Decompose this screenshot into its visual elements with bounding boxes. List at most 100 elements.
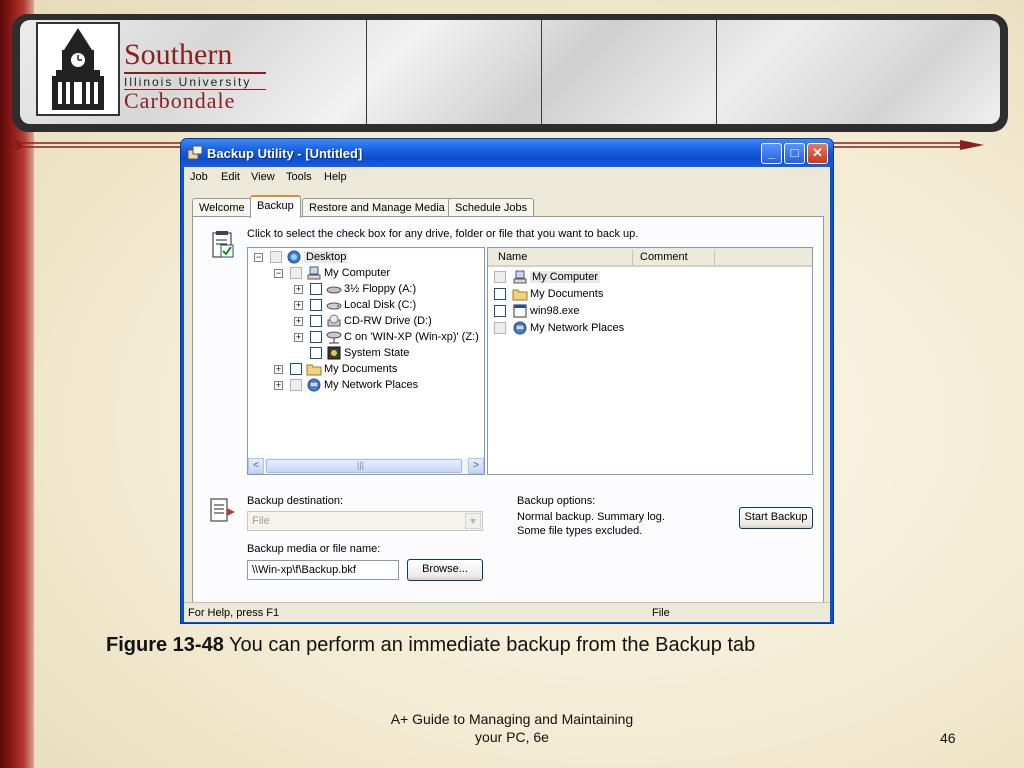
status-help-text: For Help, press F1 bbox=[188, 607, 280, 619]
desktop-icon bbox=[287, 250, 301, 264]
backup-tab-panel: Click to select the check box for any dr… bbox=[192, 216, 824, 613]
status-file-text: File bbox=[652, 607, 670, 619]
list-item-label: My Network Places bbox=[530, 322, 625, 334]
scroll-grip-icon: ||| bbox=[357, 460, 365, 470]
logo-illinois-university: Illinois University bbox=[124, 72, 266, 89]
menu-tools[interactable]: Tools bbox=[286, 171, 312, 183]
menu-edit[interactable]: Edit bbox=[221, 171, 240, 183]
chevron-down-icon: ▼ bbox=[465, 513, 481, 529]
backup-destination-label: Backup destination: bbox=[247, 495, 344, 507]
computer-icon bbox=[513, 270, 527, 284]
checkbox[interactable] bbox=[494, 305, 506, 317]
footer-line2: your PC, 6e bbox=[475, 729, 549, 745]
exe-icon bbox=[513, 304, 527, 318]
tree-item-label: System State bbox=[344, 347, 410, 359]
minimize-button[interactable]: _ bbox=[761, 143, 782, 164]
menu-view[interactable]: View bbox=[251, 171, 275, 183]
window-client-area: Job Edit View Tools Help Welcome Backup … bbox=[184, 167, 830, 622]
menu-help[interactable]: Help bbox=[324, 171, 347, 183]
title-bar[interactable]: Backup Utility - [Untitled] _ □ ✕ bbox=[181, 139, 833, 167]
scroll-right-arrow-icon[interactable]: > bbox=[468, 458, 484, 474]
figure-caption: Figure 13-48 You can perform an immediat… bbox=[106, 634, 755, 657]
file-list-view[interactable]: Name Comment My Computer My Documents wi… bbox=[487, 247, 813, 475]
expand-icon[interactable]: + bbox=[294, 285, 303, 294]
backup-media-input[interactable]: \\Win-xp\f\Backup.bkf bbox=[247, 560, 399, 580]
backup-options-line1: Normal backup. Summary log. bbox=[517, 511, 665, 523]
checkbox[interactable] bbox=[494, 322, 506, 334]
window-title: Backup Utility - [Untitled] bbox=[207, 146, 363, 161]
banner-divider bbox=[716, 20, 717, 124]
checkbox[interactable] bbox=[310, 347, 322, 359]
checkbox[interactable] bbox=[494, 271, 506, 283]
collapse-icon[interactable]: − bbox=[254, 253, 263, 262]
list-header: Name Comment bbox=[488, 248, 812, 267]
expand-icon[interactable]: + bbox=[294, 333, 303, 342]
disk-icon bbox=[326, 302, 342, 310]
tree-item-label: CD-RW Drive (D:) bbox=[344, 315, 432, 327]
backup-app-icon bbox=[187, 145, 203, 160]
footer-book-title: A+ Guide to Managing and Maintaining you… bbox=[332, 710, 692, 746]
instruction-text: Click to select the check box for any dr… bbox=[247, 228, 639, 240]
tab-restore-and-manage-media[interactable]: Restore and Manage Media bbox=[302, 198, 452, 217]
tab-backup[interactable]: Backup bbox=[250, 195, 301, 218]
checkbox[interactable] bbox=[494, 288, 506, 300]
network-drive-icon bbox=[326, 331, 342, 344]
tree-item-label: 3½ Floppy (A:) bbox=[344, 283, 417, 295]
scrollbar-thumb[interactable]: ||| bbox=[266, 459, 462, 473]
folder-icon bbox=[512, 289, 528, 301]
status-bar: For Help, press F1 File bbox=[184, 602, 830, 622]
backup-media-label: Backup media or file name: bbox=[247, 543, 381, 555]
checkbox[interactable] bbox=[310, 331, 322, 343]
browse-button[interactable]: Browse... bbox=[407, 559, 483, 581]
checkbox[interactable] bbox=[290, 379, 302, 391]
network-icon bbox=[513, 321, 527, 335]
figure-number: Figure 13-48 bbox=[106, 634, 224, 656]
expand-icon[interactable]: + bbox=[294, 317, 303, 326]
folder-icon bbox=[306, 364, 322, 376]
checklist-icon bbox=[212, 231, 234, 258]
tab-welcome[interactable]: Welcome bbox=[192, 198, 252, 217]
backup-destination-value: File bbox=[252, 515, 270, 527]
tab-schedule-jobs[interactable]: Schedule Jobs bbox=[448, 198, 535, 217]
network-icon bbox=[307, 378, 321, 392]
logo-southern: Southern bbox=[124, 38, 233, 71]
footer-line1: A+ Guide to Managing and Maintaining bbox=[390, 711, 634, 727]
checkbox[interactable] bbox=[310, 315, 322, 327]
backup-destination-select: File ▼ bbox=[247, 511, 483, 531]
university-logo-text: Southern Illinois University Carbondale bbox=[124, 40, 266, 112]
clock-tower-logo bbox=[36, 22, 120, 116]
column-header-comment[interactable]: Comment bbox=[640, 251, 688, 263]
drive-tree-view[interactable]: − Desktop − My Computer + 3½ Floppy (A:) bbox=[247, 247, 485, 475]
collapse-icon[interactable]: − bbox=[274, 269, 283, 278]
checkbox[interactable] bbox=[290, 363, 302, 375]
cd-icon bbox=[327, 314, 341, 327]
tree-horizontal-scrollbar[interactable]: < ||| > bbox=[248, 458, 484, 474]
scroll-left-arrow-icon[interactable]: < bbox=[248, 458, 264, 474]
system-state-icon bbox=[327, 346, 341, 360]
column-separator bbox=[632, 250, 633, 265]
start-backup-button[interactable]: Start Backup bbox=[739, 507, 813, 529]
floppy-icon bbox=[326, 286, 342, 294]
maximize-button[interactable]: □ bbox=[784, 143, 805, 164]
backup-options-line2: Some file types excluded. bbox=[517, 525, 643, 537]
menu-job[interactable]: Job bbox=[190, 171, 208, 183]
tree-item-label: C on 'WIN-XP (Win-xp)' (Z:) bbox=[344, 331, 479, 343]
backup-options-title: Backup options: bbox=[517, 495, 596, 507]
tree-item-label: My Documents bbox=[324, 363, 398, 375]
checkbox[interactable] bbox=[310, 299, 322, 311]
close-button[interactable]: ✕ bbox=[807, 143, 828, 164]
expand-icon[interactable]: + bbox=[274, 365, 283, 374]
expand-icon[interactable]: + bbox=[274, 381, 283, 390]
list-item-label: My Documents bbox=[530, 288, 604, 300]
tree-item-label: My Network Places bbox=[324, 379, 419, 391]
column-header-name[interactable]: Name bbox=[498, 251, 527, 263]
computer-icon bbox=[307, 266, 321, 280]
checkbox[interactable] bbox=[270, 251, 282, 263]
checkbox[interactable] bbox=[290, 267, 302, 279]
checkbox[interactable] bbox=[310, 283, 322, 295]
menu-bar: Job Edit View Tools Help bbox=[184, 167, 830, 187]
expand-icon[interactable]: + bbox=[294, 301, 303, 310]
banner-divider bbox=[366, 20, 367, 124]
list-item-label: win98.exe bbox=[530, 305, 580, 317]
figure-caption-text: You can perform an immediate backup from… bbox=[223, 634, 756, 656]
